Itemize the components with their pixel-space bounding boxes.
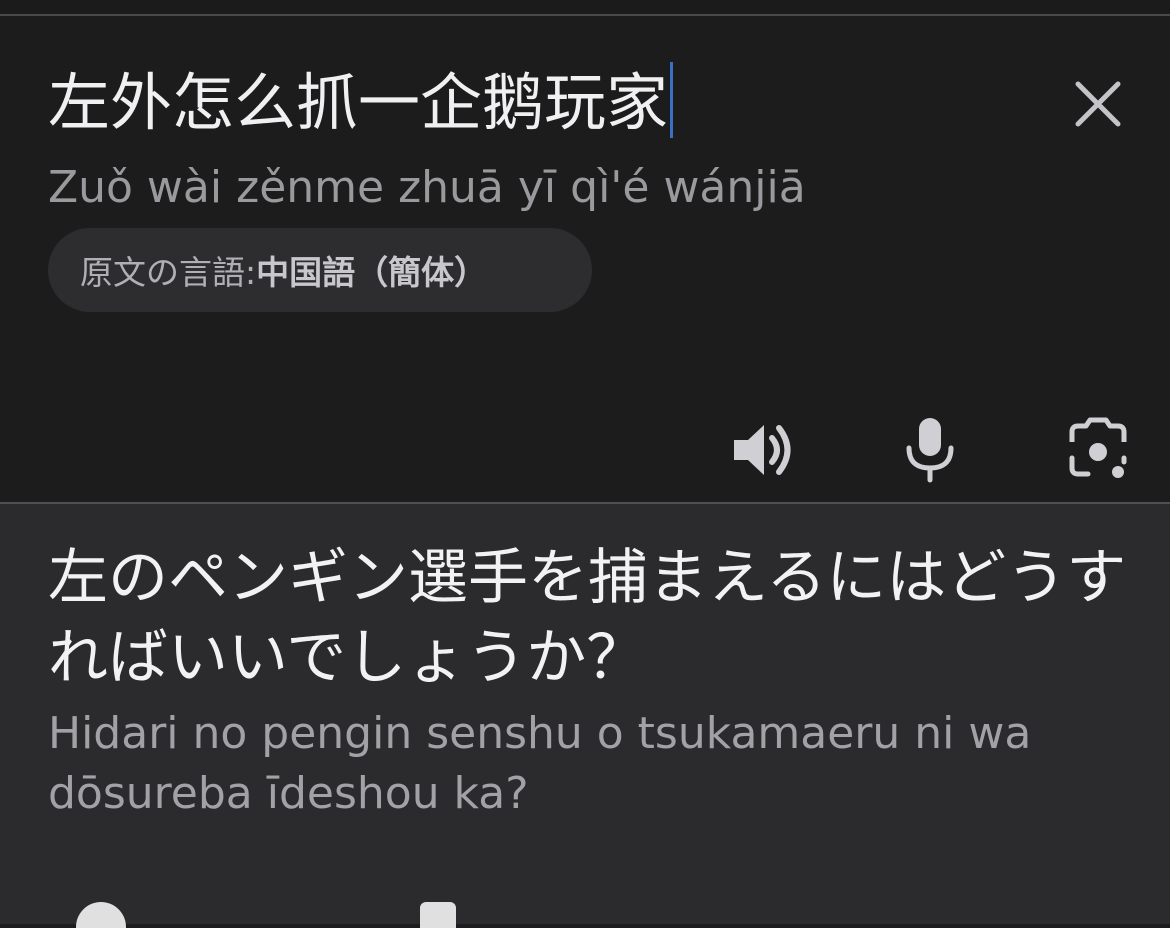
source-romanization: Zuǒ wài zěnme zhuā yī qì'é wánjiā — [48, 162, 806, 213]
detected-language-chip[interactable]: 原文の言語: 中国語（簡体） — [48, 228, 592, 312]
clear-button[interactable] — [1066, 72, 1130, 136]
translated-text: 左のペンギン選手を捕まえるにはどうすればいいでしょうか？ — [48, 543, 1127, 693]
source-input-panel: 左外怎么抓一企鹅玩家 Zuǒ wài zěnme zhuā yī qì'é wá… — [0, 16, 1170, 502]
voice-input-button[interactable] — [894, 414, 966, 486]
translated-romanization: Hidari no pengin senshu o tsukamaeru ni … — [48, 708, 1032, 819]
detected-language-name: 中国語（簡体） — [256, 253, 488, 292]
microphone-icon — [906, 418, 954, 483]
bottom-action-icon-partial — [420, 902, 456, 928]
bottom-action-icon-partial — [76, 902, 126, 928]
source-text: 左外怎么抓一企鹅玩家 — [48, 66, 669, 139]
top-strip — [0, 0, 1170, 14]
close-icon — [1075, 81, 1121, 127]
camera-icon — [1069, 417, 1127, 478]
text-caret — [670, 62, 674, 138]
camera-translate-button[interactable] — [1062, 414, 1134, 486]
listen-button[interactable] — [726, 414, 798, 486]
translation-panel: 左のペンギン選手を捕まえるにはどうすればいいでしょうか？ Hidari no p… — [0, 504, 1170, 928]
source-text-input[interactable]: 左外怎么抓一企鹅玩家 — [48, 62, 674, 143]
speaker-icon — [734, 425, 791, 475]
detected-language-label: 原文の言語: — [80, 253, 257, 292]
